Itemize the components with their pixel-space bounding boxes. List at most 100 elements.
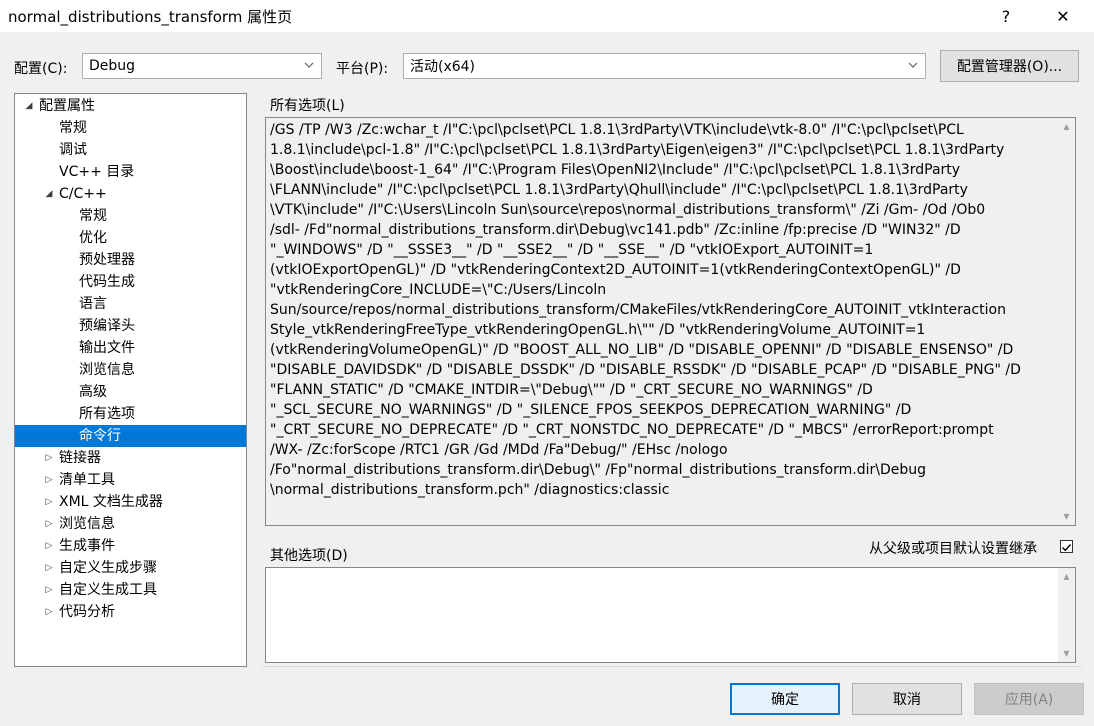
tree-item[interactable]: ▷ 自定义生成工具 bbox=[15, 579, 246, 601]
scroll-up-icon[interactable]: ▲ bbox=[1058, 118, 1075, 135]
chevron-down-icon bbox=[304, 62, 314, 68]
command-line-text: "_WINDOWS" /D "__SSSE3__" /D "__SSE2__" … bbox=[270, 242, 874, 258]
tree-item[interactable]: 常规 bbox=[15, 117, 246, 139]
tree-item-label: 常规 bbox=[59, 120, 87, 136]
tree-item-label: 优化 bbox=[79, 230, 107, 246]
tree-item[interactable]: 预处理器 bbox=[15, 249, 246, 271]
platform-select[interactable]: 活动(x64) bbox=[403, 53, 926, 79]
tree-item-label: 代码分析 bbox=[59, 604, 115, 620]
tree-item-label: 生成事件 bbox=[59, 538, 115, 554]
command-line-text: 1.8.1\include\pcl-1.8" /I"C:\pcl\pclset\… bbox=[270, 142, 1005, 158]
command-line-text: Style_vtkRenderingFreeType_vtkRenderingO… bbox=[270, 322, 926, 338]
tree-item-label: 输出文件 bbox=[79, 340, 135, 356]
config-manager-button[interactable]: 配置管理器(O)... bbox=[940, 50, 1079, 82]
collapsed-arrow-icon[interactable]: ▷ bbox=[43, 513, 55, 535]
tree-item[interactable]: 代码生成 bbox=[15, 271, 246, 293]
platform-label: 平台(P): bbox=[336, 61, 389, 77]
command-line-text: (vtkRenderingVolumeOpenGL)" /D "BOOST_AL… bbox=[270, 342, 1014, 358]
checkmark-icon bbox=[1062, 544, 1072, 552]
collapsed-arrow-icon[interactable]: ▷ bbox=[43, 447, 55, 469]
platform-value: 活动(x64) bbox=[410, 59, 476, 75]
tree-item-label: 调试 bbox=[59, 142, 87, 158]
command-line-text: Sun/source/repos/normal_distributions_tr… bbox=[270, 302, 1006, 318]
tree-item-label: 浏览信息 bbox=[79, 362, 135, 378]
tree-item-label: 代码生成 bbox=[79, 274, 135, 290]
divider bbox=[262, 666, 1082, 667]
tree-item-label: 常规 bbox=[79, 208, 107, 224]
tree-item[interactable]: 优化 bbox=[15, 227, 246, 249]
help-button[interactable]: ? bbox=[983, 0, 1029, 32]
expanded-arrow-icon[interactable]: ◢ bbox=[43, 183, 55, 205]
collapsed-arrow-icon[interactable]: ▷ bbox=[43, 535, 55, 557]
chevron-down-icon bbox=[908, 62, 918, 68]
config-select[interactable]: Debug bbox=[82, 53, 322, 79]
tree-item[interactable]: ◢ 配置属性 bbox=[15, 95, 246, 117]
command-line-text: \normal_distributions_transform.pch" /di… bbox=[270, 482, 670, 498]
tree-item[interactable]: ▷ 链接器 bbox=[15, 447, 246, 469]
tree-item[interactable]: 命令行 bbox=[15, 425, 246, 447]
tree-item-label: 清单工具 bbox=[59, 472, 115, 488]
tree-item-label: 命令行 bbox=[79, 428, 121, 444]
command-line-text: /GS /TP /W3 /Zc:wchar_t /I"C:\pcl\pclset… bbox=[270, 122, 964, 138]
tree-item-label: 浏览信息 bbox=[59, 516, 115, 532]
tree-item[interactable]: ▷ 生成事件 bbox=[15, 535, 246, 557]
all-options-label: 所有选项(L) bbox=[270, 98, 345, 114]
command-line-text: /WX- /Zc:forScope /RTC1 /GR /Gd /MDd /Fa… bbox=[270, 442, 728, 458]
command-line-text: "DISABLE_DAVIDSDK" /D "DISABLE_DSSDK" /D… bbox=[270, 362, 1021, 378]
other-options-textbox[interactable]: ▲ ▼ bbox=[265, 567, 1076, 663]
tree-item[interactable]: ▷ 代码分析 bbox=[15, 601, 246, 623]
tree-item[interactable]: 所有选项 bbox=[15, 403, 246, 425]
inherit-checkbox[interactable] bbox=[1060, 540, 1073, 553]
close-icon: ✕ bbox=[1056, 6, 1070, 26]
tree-item[interactable]: 常规 bbox=[15, 205, 246, 227]
tree-item[interactable]: 语言 bbox=[15, 293, 246, 315]
command-line-text: "FLANN_STATIC" /D "CMAKE_INTDIR=\"Debug\… bbox=[270, 382, 873, 398]
collapsed-arrow-icon[interactable]: ▷ bbox=[43, 557, 55, 579]
collapsed-arrow-icon[interactable]: ▷ bbox=[43, 579, 55, 601]
tree-item[interactable]: VC++ 目录 bbox=[15, 161, 246, 183]
collapsed-arrow-icon[interactable]: ▷ bbox=[43, 469, 55, 491]
tree-item[interactable]: ▷ 浏览信息 bbox=[15, 513, 246, 535]
ok-button[interactable]: 确定 bbox=[730, 683, 840, 715]
config-value: Debug bbox=[89, 58, 136, 74]
command-line-text: /Fo"normal_distributions_transform.dir\D… bbox=[270, 462, 926, 478]
tree-item-label: XML 文档生成器 bbox=[59, 494, 163, 510]
title-bar: normal_distributions_transform 属性页 ? ✕ bbox=[0, 0, 1094, 32]
command-line-text: "_SCL_SECURE_NO_WARNINGS" /D "_SILENCE_F… bbox=[270, 402, 912, 418]
collapsed-arrow-icon[interactable]: ▷ bbox=[43, 491, 55, 513]
scroll-down-icon[interactable]: ▼ bbox=[1058, 645, 1075, 662]
tree-item[interactable]: 浏览信息 bbox=[15, 359, 246, 381]
other-options-label: 其他选项(D) bbox=[270, 548, 348, 564]
tree-item-label: 高级 bbox=[79, 384, 107, 400]
tree-item[interactable]: ▷ 清单工具 bbox=[15, 469, 246, 491]
command-line-text: "_CRT_SECURE_NO_DEPRECATE" /D "_CRT_NONS… bbox=[270, 422, 994, 438]
tree-item[interactable]: 高级 bbox=[15, 381, 246, 403]
tree-item-label: 链接器 bbox=[59, 450, 101, 466]
window-title: normal_distributions_transform 属性页 bbox=[8, 8, 293, 26]
tree-item[interactable]: ◢ C/C++ bbox=[15, 183, 246, 205]
tree-item[interactable]: 预编译头 bbox=[15, 315, 246, 337]
all-options-text: /GS /TP /W3 /Zc:wchar_t /I"C:\pcl\pclset… bbox=[270, 120, 1060, 500]
tree-item[interactable]: ▷ XML 文档生成器 bbox=[15, 491, 246, 513]
tree-item-label: 所有选项 bbox=[79, 406, 135, 422]
scroll-down-icon[interactable]: ▼ bbox=[1058, 508, 1075, 525]
tree-item[interactable]: 输出文件 bbox=[15, 337, 246, 359]
cancel-button[interactable]: 取消 bbox=[852, 683, 962, 715]
tree-item[interactable]: ▷ 自定义生成步骤 bbox=[15, 557, 246, 579]
scroll-up-icon[interactable]: ▲ bbox=[1058, 568, 1075, 585]
expanded-arrow-icon[interactable]: ◢ bbox=[23, 95, 35, 117]
command-line-text: \Boost\include\boost-1_64" /I"C:\Program… bbox=[270, 162, 961, 178]
command-line-text: "vtkRenderingCore_INCLUDE=\"C:/Users/Lin… bbox=[270, 282, 607, 298]
property-tree: ◢ 配置属性 常规 调试 VC++ 目录 ◢ C/C++ 常规 优化 预处理器 代码生成 语言 预编译头… bbox=[14, 93, 247, 667]
apply-button[interactable]: 应用(A) bbox=[974, 683, 1084, 715]
close-button[interactable]: ✕ bbox=[1040, 0, 1086, 32]
command-line-text: \FLANN\include" /I"C:\pcl\pclset\PCL 1.8… bbox=[270, 182, 968, 198]
tree-item[interactable]: 调试 bbox=[15, 139, 246, 161]
tree-item-label: 自定义生成工具 bbox=[59, 582, 157, 598]
tree-item-label: 自定义生成步骤 bbox=[59, 560, 157, 576]
tree-item-label: 配置属性 bbox=[39, 98, 95, 114]
all-options-scrollbar[interactable]: ▲ ▼ bbox=[1058, 118, 1075, 525]
command-line-text: \VTK\include" /I"C:\Users\Lincoln Sun\so… bbox=[270, 202, 986, 218]
collapsed-arrow-icon[interactable]: ▷ bbox=[43, 601, 55, 623]
other-options-scrollbar[interactable]: ▲ ▼ bbox=[1058, 568, 1075, 662]
